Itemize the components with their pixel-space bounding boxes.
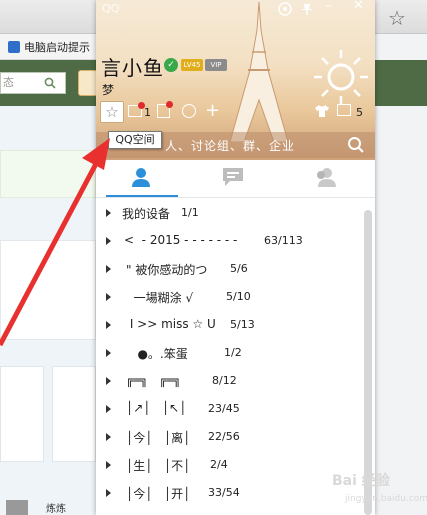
minimize-button[interactable]: – — [325, 0, 339, 14]
expand-arrow-icon — [106, 349, 111, 357]
qzone-star-icon[interactable]: ☆ — [100, 101, 124, 123]
expand-arrow-icon — [106, 489, 111, 497]
content-card — [0, 366, 44, 462]
weather-sun-icon[interactable] — [312, 48, 370, 106]
pin-icon[interactable] — [300, 2, 314, 16]
group-count: 23/45 — [208, 402, 240, 415]
group-name: │今│ │离│ — [126, 431, 191, 445]
mail-count: 1 — [144, 106, 151, 119]
group-count: 8/12 — [212, 374, 237, 387]
user-row: 炼炼 — [6, 500, 96, 515]
expand-arrow-icon — [106, 405, 111, 413]
group-name: I >> miss ☆ U — [126, 317, 216, 331]
group-row[interactable]: │今│ │开│ 33/54 — [96, 479, 362, 507]
group-count: 22/56 — [208, 430, 240, 443]
expand-arrow-icon — [106, 433, 111, 441]
group-row[interactable]: │↗│ │↖│ 23/45 — [96, 395, 362, 423]
group-name: 我的设备 — [122, 207, 171, 221]
site-logo[interactable] — [78, 70, 98, 96]
watermark: Bai 经验 — [332, 473, 390, 489]
annotation-arrow — [0, 138, 110, 347]
group-name: ●。.笨蛋 — [126, 347, 188, 361]
user-name: 炼炼 — [46, 504, 66, 515]
group-row[interactable]: I >> miss ☆ U 5/13 — [96, 311, 362, 339]
group-count: 1/1 — [181, 206, 199, 219]
message-box-icon[interactable] — [337, 104, 351, 116]
group-row[interactable]: │今│ │离│ 22/56 — [96, 423, 362, 451]
bookmark-favicon-icon — [8, 41, 20, 53]
group-count: 2/4 — [210, 458, 228, 471]
eiffel-tower-skin — [229, 1, 289, 142]
bookmark-star-icon[interactable]: ☆ — [384, 7, 410, 31]
bookmark-label: 电脑启动提示 — [24, 41, 90, 54]
note-alert-dot — [166, 101, 173, 108]
group-row[interactable]: ●。.笨蛋 1/2 — [96, 339, 362, 367]
site-search-input[interactable]: 态 — [0, 72, 66, 94]
group-name: ╔═╗ ╔═╗ — [126, 373, 181, 387]
group-row[interactable]: │生│ │不│ 2/4 — [96, 451, 362, 479]
group-name: │今│ │开│ — [126, 487, 191, 501]
tab-recent-chats-icon[interactable] — [222, 167, 244, 187]
page-right-area — [375, 34, 427, 515]
group-count: 63/113 — [264, 234, 303, 247]
search-icon[interactable] — [44, 77, 56, 89]
online-status-icon[interactable]: ✓ — [164, 58, 178, 72]
tab-groups-icon[interactable] — [314, 166, 336, 188]
group-row[interactable]: " 被你感动的つ 5/6 — [96, 255, 362, 283]
weibo-icon[interactable] — [182, 104, 196, 118]
expand-arrow-icon — [106, 461, 111, 469]
shirt-icon[interactable] — [314, 104, 330, 118]
group-name: │生│ │不│ — [126, 459, 191, 473]
avatar — [6, 500, 28, 515]
group-count: 5/10 — [226, 290, 251, 303]
group-row[interactable]: ╔═╗ ╔═╗ 8/12 — [96, 367, 362, 395]
message-count: 5 — [356, 106, 363, 119]
contact-group-list: 我的设备 1/1 < - 2015 - - - - - - - 63/113 " 被… — [96, 199, 362, 515]
contact-search-placeholder: 人、讨论组、群、企业 — [165, 139, 296, 153]
nickname: 言小鱼 — [101, 56, 164, 80]
vip-badge[interactable]: VIP — [205, 59, 227, 71]
group-name: │↗│ │↖│ — [126, 401, 187, 415]
group-name: " 被你感动的つ — [126, 263, 208, 277]
watermark-url: jingyan.baidu.com — [345, 494, 427, 504]
group-count: 5/6 — [230, 262, 248, 275]
group-count: 33/54 — [208, 486, 240, 499]
level-badge[interactable]: LV45 — [181, 59, 203, 71]
group-name: 一場糊涂 √ — [126, 291, 194, 305]
close-button[interactable]: ✕ — [353, 0, 367, 14]
group-row[interactable]: < - 2015 - - - - - - - 63/113 — [96, 227, 362, 255]
group-name: < - 2015 - - - - - - - — [124, 233, 238, 247]
skin-icon[interactable] — [277, 2, 293, 16]
add-app-icon[interactable]: + — [205, 100, 220, 121]
search-icon[interactable] — [347, 136, 365, 154]
group-row[interactable]: 我的设备 1/1 — [96, 199, 362, 227]
bookmark-item[interactable]: 电脑启动提示 — [8, 39, 90, 55]
qq-logo: QQ — [102, 2, 120, 15]
site-header-right — [375, 60, 427, 106]
expand-arrow-icon — [106, 377, 111, 385]
content-card — [52, 366, 96, 462]
tab-contacts-icon[interactable] — [130, 166, 152, 188]
group-count: 1/2 — [224, 346, 242, 359]
group-count: 5/13 — [230, 318, 255, 331]
group-row[interactable]: 一場糊涂 √ 5/10 — [96, 283, 362, 311]
signature[interactable]: 梦 — [102, 81, 114, 98]
